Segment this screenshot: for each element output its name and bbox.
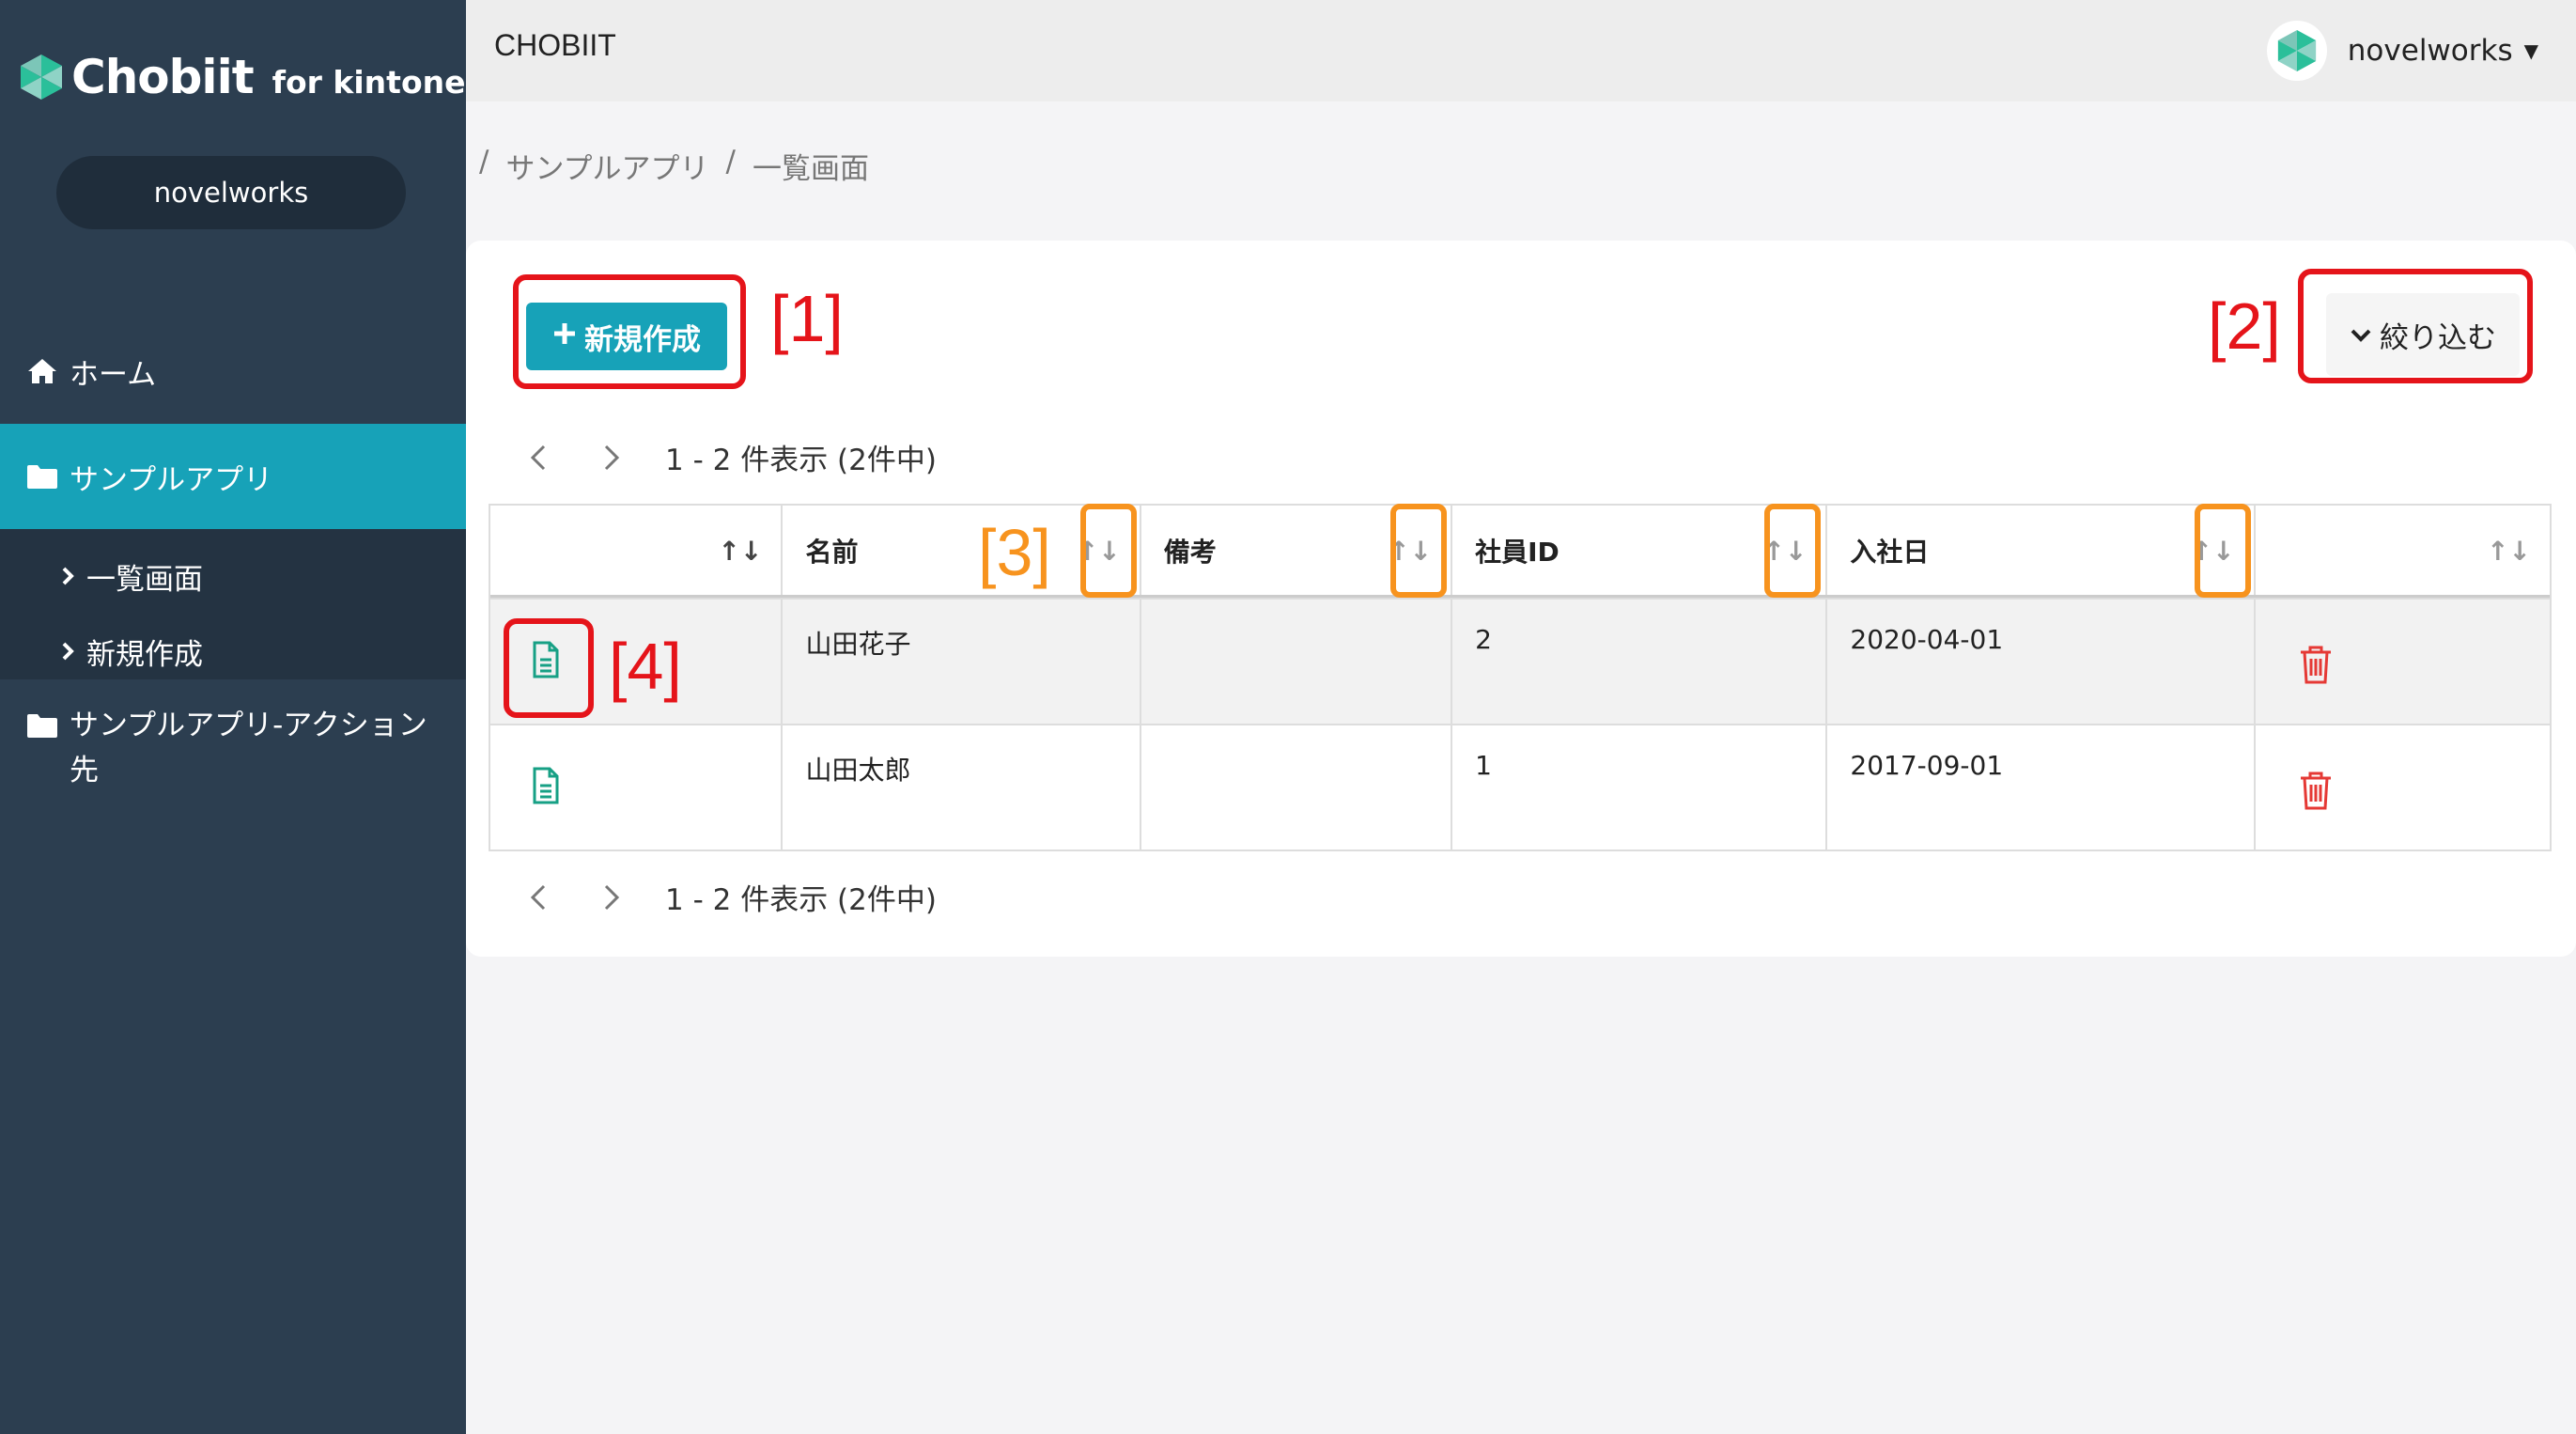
annotation-box-3 (1390, 504, 1447, 598)
sidebar-user-pill[interactable]: novelworks (56, 156, 406, 229)
column-header-delete[interactable]: ↑↓ (2253, 506, 2550, 595)
pager-summary: 1 - 2 件表示 (2件中) (665, 883, 937, 917)
pager-bottom: 1 - 2 件表示 (2件中) (519, 876, 937, 918)
cell-note (1139, 725, 1451, 849)
breadcrumb-item-current: 一覧画面 (752, 152, 869, 186)
logo-subtitle: for kintone (272, 63, 466, 101)
breadcrumb-item-app[interactable]: サンプルアプリ (505, 145, 708, 187)
folder-icon (26, 712, 58, 739)
annotation-box-3 (2195, 504, 2251, 598)
annotation-box-3 (1080, 504, 1137, 598)
annotation-label-3: [3] (978, 516, 1051, 589)
sidebar: Chobiit for kintone novelworks ホーム サンプルア… (0, 0, 466, 1434)
trash-icon[interactable] (2299, 645, 2333, 691)
cell-employee-id: 1 (1451, 725, 1825, 849)
trash-icon[interactable] (2299, 771, 2333, 817)
sidebar-subitem-new-label: 新規作成 (86, 637, 203, 672)
pager-summary: 1 - 2 件表示 (2件中) (665, 444, 937, 477)
cell-join-date: 2020-04-01 (1825, 600, 2253, 724)
chevron-right-icon (60, 565, 75, 587)
annotation-box-4 (504, 618, 594, 718)
sidebar-subitem-new[interactable]: 新規作成 (60, 623, 203, 679)
row-delete-cell (2253, 725, 2550, 849)
folder-icon (26, 463, 58, 490)
annotation-box-2 (2298, 269, 2533, 383)
cell-employee-id: 2 (1451, 600, 1825, 724)
breadcrumb: / サンプルアプリ / 一覧画面 (479, 145, 869, 187)
sidebar-subitem-list[interactable]: 一覧画面 (60, 548, 203, 604)
page-title: CHOBIIT (494, 28, 616, 62)
sidebar-item-home-label: ホーム (70, 357, 157, 392)
next-page-icon[interactable] (592, 438, 631, 477)
list-card: 新規作成 [1] 絞り込む [2] 1 - 2 件表示 (2件中) ↑↓ 名前 … (466, 241, 2576, 957)
main-content: / サンプルアプリ / 一覧画面 新規作成 [1] 絞り込む [2] 1 - 2… (466, 101, 2576, 1434)
prev-page-icon[interactable] (519, 438, 558, 477)
annotation-label-1: [1] (770, 282, 844, 355)
cell-join-date: 2017-09-01 (1825, 725, 2253, 849)
caret-down-icon: ▼ (2523, 39, 2538, 62)
breadcrumb-separator: / (479, 145, 489, 179)
annotation-box-3 (1764, 504, 1821, 598)
sidebar-item-sample-app-label: サンプルアプリ (70, 462, 273, 497)
column-header-join-date[interactable]: 入社日 ↑↓ (1825, 506, 2253, 595)
cell-name: 山田花子 (781, 600, 1139, 724)
chobiit-avatar-icon (2277, 30, 2316, 71)
annotation-label-4: [4] (609, 630, 682, 703)
row-delete-cell (2253, 600, 2550, 724)
chevron-right-icon (60, 640, 75, 662)
annotation-label-2: [2] (2208, 289, 2281, 363)
sidebar-user-name: novelworks (153, 177, 309, 209)
sort-arrows-icon[interactable]: ↑↓ (719, 536, 763, 567)
app-logo[interactable]: Chobiit for kintone (19, 47, 466, 107)
chobiit-logo-icon (21, 55, 62, 100)
next-page-icon[interactable] (592, 878, 631, 917)
table-row: 山田花子 2 2020-04-01 (490, 598, 2550, 724)
user-menu-name: novelworks (2347, 34, 2513, 68)
logo-text: Chobiit (71, 50, 255, 104)
table-row: 山田太郎 1 2017-09-01 (490, 724, 2550, 849)
sidebar-item-action-app[interactable]: サンプルアプリ-アクション先 (0, 703, 466, 793)
home-icon (26, 357, 58, 385)
column-header-actions[interactable]: ↑↓ (490, 506, 781, 595)
cell-note (1139, 600, 1451, 724)
pager-top: 1 - 2 件表示 (2件中) (519, 436, 937, 478)
cell-name: 山田太郎 (781, 725, 1139, 849)
sidebar-submenu: 一覧画面 新規作成 (0, 529, 466, 679)
prev-page-icon[interactable] (519, 878, 558, 917)
annotation-box-1 (513, 274, 746, 389)
avatar (2266, 21, 2327, 81)
sidebar-subitem-list-label: 一覧画面 (86, 562, 203, 597)
row-actions-cell (490, 725, 781, 849)
sidebar-item-action-app-label: サンプルアプリ-アクション先 (70, 709, 427, 787)
sort-arrows-icon[interactable]: ↑↓ (2487, 536, 2531, 567)
sidebar-item-sample-app[interactable]: サンプルアプリ (0, 424, 466, 529)
user-menu[interactable]: novelworks ▼ (2266, 21, 2538, 81)
top-header: CHOBIIT novelworks ▼ (466, 0, 2576, 101)
sidebar-item-home[interactable]: ホーム (0, 338, 466, 404)
document-icon[interactable] (532, 767, 560, 811)
breadcrumb-separator: / (725, 145, 736, 179)
